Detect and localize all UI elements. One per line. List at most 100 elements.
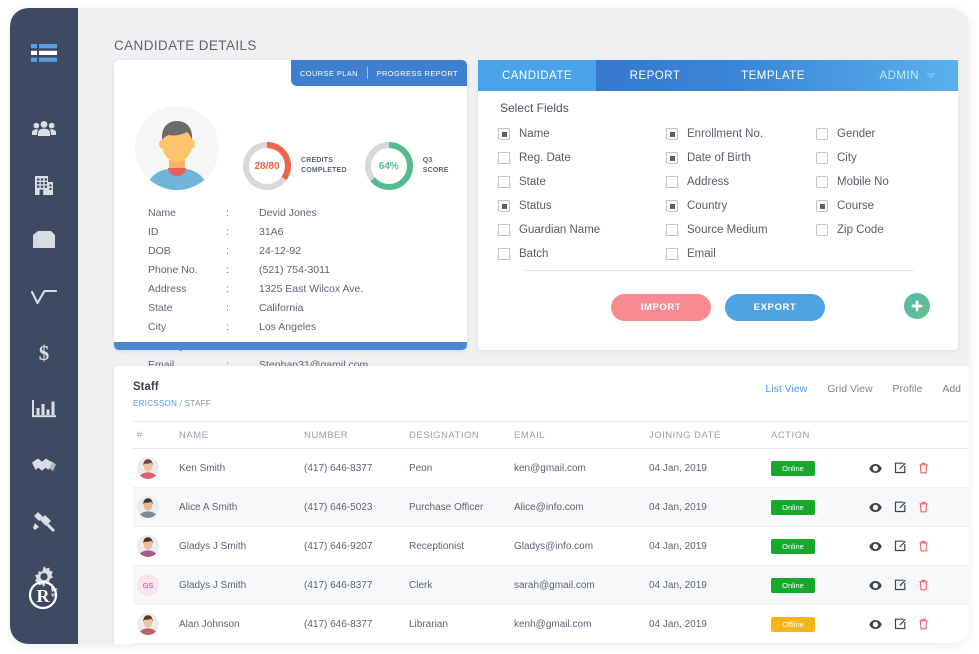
sidebar-item-users[interactable]	[24, 112, 64, 146]
action-edit-button[interactable]	[894, 540, 906, 552]
field-checkbox-email[interactable]: Email	[666, 242, 816, 266]
table-row[interactable]: Alan Johnson (417) 646-8377 Librarian kenh@…	[133, 605, 969, 644]
import-button[interactable]: IMPORT	[611, 294, 711, 321]
sidebar-item-reports[interactable]	[24, 392, 64, 426]
field-checkbox-batch[interactable]: Batch	[498, 242, 666, 266]
field-checkbox-mobile-no[interactable]: Mobile No	[816, 170, 938, 194]
field-checkbox-enrollment-no-[interactable]: Enrollment No.	[666, 122, 816, 146]
table-row[interactable]: Alice A Smith (417) 646-5023 Purchase Offi…	[133, 488, 969, 527]
action-edit-button[interactable]	[894, 462, 906, 474]
action-trash-button[interactable]	[918, 501, 929, 513]
sidebar-item-institution[interactable]	[24, 168, 64, 202]
action-eye-button[interactable]	[869, 580, 882, 591]
detail-value: Los Angeles	[259, 320, 317, 333]
action-eye-button[interactable]	[869, 619, 882, 630]
tab-report[interactable]: REPORT	[596, 60, 714, 91]
trash-icon	[919, 618, 928, 630]
action-edit-button[interactable]	[894, 501, 906, 513]
action-trash-button[interactable]	[918, 462, 929, 474]
checkbox-icon[interactable]	[666, 248, 678, 260]
checkbox-icon[interactable]	[816, 176, 828, 188]
field-checkbox-city[interactable]: City	[816, 146, 938, 170]
field-checkbox-zip-code[interactable]: Zip Code	[816, 218, 938, 242]
credits-label-line1: CREDITS	[301, 156, 334, 164]
link-list-view[interactable]: List View	[765, 383, 807, 395]
eye-icon	[869, 502, 882, 512]
table-row[interactable]: Ken Smith (417) 646-8377 Peon ken@gmail.com…	[133, 449, 969, 488]
svg-text:R: R	[37, 586, 51, 606]
export-button[interactable]: EXPORT	[725, 294, 825, 321]
cell-name: Gladys J Smith	[179, 540, 247, 552]
sidebar-item-analytics[interactable]	[24, 280, 64, 314]
field-checkbox-address[interactable]: Address	[666, 170, 816, 194]
checkbox-icon[interactable]	[816, 200, 828, 212]
table-row[interactable]: Gladys J Smith (417) 646-9207 Receptionist…	[133, 527, 969, 566]
checkbox-icon[interactable]	[498, 200, 510, 212]
sidebar-item-courses[interactable]	[24, 224, 64, 258]
action-eye-button[interactable]	[869, 463, 882, 474]
svg-text:$: $	[39, 341, 50, 365]
field-label: Address	[687, 176, 730, 188]
field-label: Course	[837, 200, 875, 212]
tab-course-plan[interactable]: COURSE PLAN	[291, 69, 367, 78]
sidebar-item-dashboard[interactable]	[24, 36, 64, 70]
checkbox-icon[interactable]	[498, 176, 510, 188]
checkbox-icon[interactable]	[666, 128, 678, 140]
score-donut-value: 64%	[378, 160, 399, 172]
admin-dropdown[interactable]: ADMIN	[879, 60, 958, 91]
field-checkbox-course[interactable]: Course	[816, 194, 938, 218]
cell-designation: Peon	[409, 462, 433, 474]
action-edit-button[interactable]	[894, 579, 906, 591]
field-checkbox-date-of-birth[interactable]: Date of Birth	[666, 146, 816, 170]
table-row[interactable]: GS Gladys J Smith (417) 646-8377 Clerk sarah…	[133, 566, 969, 605]
action-trash-button[interactable]	[918, 540, 929, 552]
checkbox-icon[interactable]	[498, 224, 510, 236]
checkbox-icon[interactable]	[498, 152, 510, 164]
field-checkbox-source-medium[interactable]: Source Medium	[666, 218, 816, 242]
checkbox-icon[interactable]	[666, 176, 678, 188]
breadcrumb-root[interactable]: ERICSSON	[133, 399, 177, 408]
field-checkbox-state[interactable]: State	[498, 170, 666, 194]
tab-template[interactable]: TEMPLATE	[714, 60, 832, 91]
cell-number: (417) 646-5023	[304, 501, 373, 513]
trash-icon	[919, 501, 928, 513]
checkbox-icon[interactable]	[816, 128, 828, 140]
checkbox-icon[interactable]	[666, 200, 678, 212]
candidate-fields-panel: CANDIDATE REPORT TEMPLATE ADMIN Select F…	[478, 60, 958, 350]
column-header-name: NAME	[179, 429, 209, 441]
candidate-detail-row: Address: 1325 East Wilcox Ave.	[148, 279, 451, 298]
field-checkbox-gender[interactable]: Gender	[816, 122, 938, 146]
field-checkbox-reg-date[interactable]: Reg. Date	[498, 146, 666, 170]
link-add[interactable]: Add	[942, 383, 961, 395]
action-trash-button[interactable]	[918, 579, 929, 591]
link-profile[interactable]: Profile	[893, 383, 923, 395]
action-eye-button[interactable]	[869, 502, 882, 513]
detail-separator: :	[226, 320, 229, 333]
cell-joining-date: 04 Jan, 2019	[649, 540, 707, 552]
link-grid-view[interactable]: Grid View	[827, 383, 872, 395]
sidebar-item-partners[interactable]	[24, 448, 64, 482]
score-donut-label: Q3 SCORE	[423, 156, 449, 176]
action-trash-button[interactable]	[918, 618, 929, 630]
row-avatar-cell	[133, 457, 179, 479]
field-checkbox-country[interactable]: Country	[666, 194, 816, 218]
field-checkbox-name[interactable]: Name	[498, 122, 666, 146]
plan-tabs: COURSE PLAN PROGRESS REPORT	[291, 60, 467, 86]
sidebar-item-finance[interactable]: $	[24, 336, 64, 370]
action-edit-button[interactable]	[894, 618, 906, 630]
sidebar-item-integrations[interactable]	[24, 504, 64, 538]
checkbox-icon[interactable]	[498, 128, 510, 140]
checkbox-icon[interactable]	[498, 248, 510, 260]
staff-table-body: Ken Smith (417) 646-8377 Peon ken@gmail.com…	[133, 449, 969, 644]
panel-tabbar: CANDIDATE REPORT TEMPLATE ADMIN	[478, 60, 958, 91]
checkbox-icon[interactable]	[816, 152, 828, 164]
checkbox-icon[interactable]	[666, 224, 678, 236]
field-checkbox-status[interactable]: Status	[498, 194, 666, 218]
checkbox-icon[interactable]	[666, 152, 678, 164]
line-chart-icon	[31, 289, 57, 305]
checkbox-icon[interactable]	[816, 224, 828, 236]
tab-progress-report[interactable]: PROGRESS REPORT	[368, 69, 467, 78]
action-eye-button[interactable]	[869, 541, 882, 552]
tab-candidate[interactable]: CANDIDATE	[478, 60, 596, 91]
field-checkbox-guardian-name[interactable]: Guardian Name	[498, 218, 666, 242]
